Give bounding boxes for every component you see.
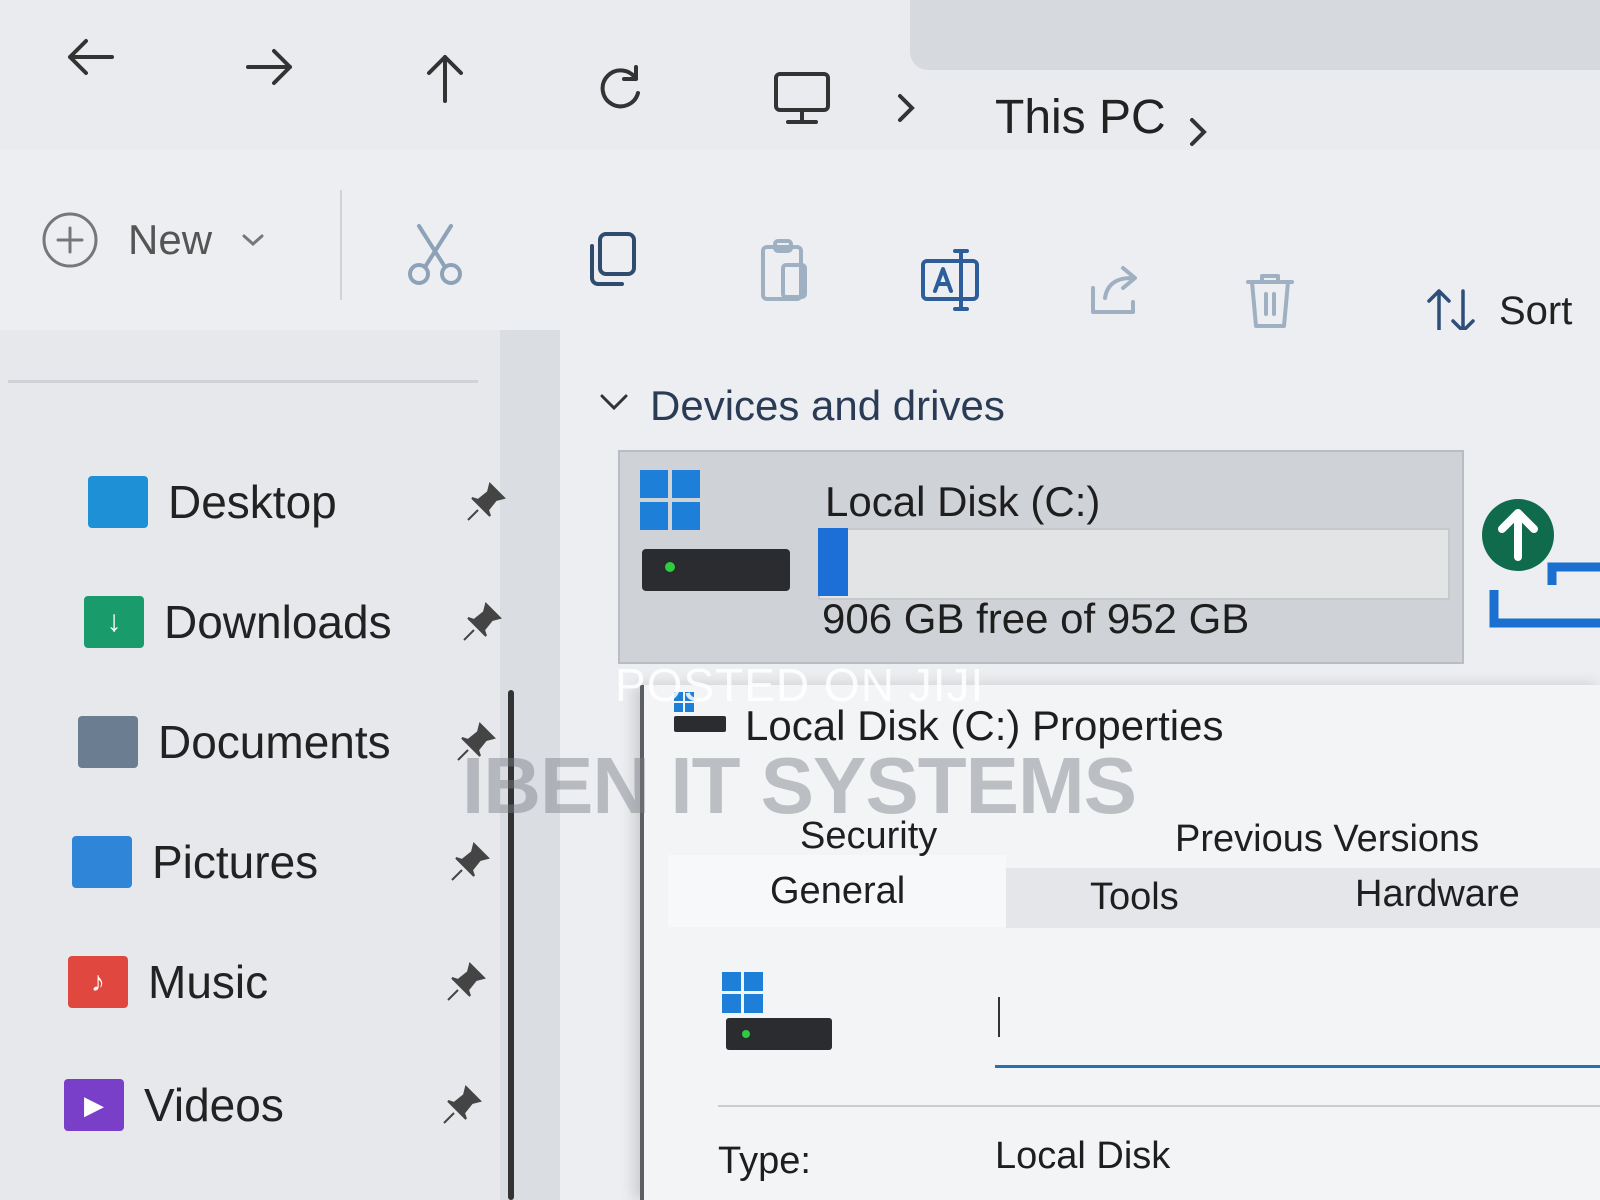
chevron-right-icon <box>890 88 920 133</box>
upload-arrow-icon <box>1482 499 1600 628</box>
sidebar-item-desktop[interactable]: Desktop <box>88 457 508 547</box>
copy-icon <box>590 232 636 286</box>
pictures-folder-icon <box>72 836 132 888</box>
paste-button[interactable] <box>745 232 825 312</box>
breadcrumb-this-pc[interactable]: This PC <box>995 90 1166 145</box>
type-value: Local Disk <box>995 1135 1171 1177</box>
watermark-posted: POSTED ON JIJI <box>615 659 985 711</box>
refresh-button[interactable] <box>585 52 655 122</box>
back-button[interactable] <box>55 22 125 92</box>
copy-button[interactable] <box>572 220 652 300</box>
sidebar-item-label: Pictures <box>152 836 319 888</box>
trash-icon <box>1246 274 1294 328</box>
pin-icon[interactable] <box>464 480 508 524</box>
share-button[interactable] <box>1075 250 1155 330</box>
drive-usage-bar-fill <box>818 528 848 596</box>
address-bar[interactable] <box>750 55 1600 145</box>
pin-icon[interactable] <box>444 960 488 1004</box>
hard-drive-icon <box>642 545 792 600</box>
documents-folder-icon <box>78 716 138 768</box>
refresh-icon <box>600 65 640 109</box>
sidebar-item-label: Videos <box>144 1079 284 1131</box>
sort-label: Sort <box>1499 288 1573 333</box>
tab-previous-versions[interactable]: Previous Versions <box>1175 818 1479 861</box>
scissors-icon <box>408 224 462 285</box>
up-button[interactable] <box>410 42 480 112</box>
delete-button[interactable] <box>1230 260 1310 340</box>
plus-circle-icon <box>42 212 98 268</box>
sidebar-item-label: Downloads <box>164 596 392 648</box>
drive-free-space: 906 GB free of 952 GB <box>822 595 1250 642</box>
sidebar-item-videos[interactable]: ▶ Videos <box>64 1060 484 1150</box>
pin-icon[interactable] <box>460 600 504 644</box>
sidebar-item-label: Desktop <box>168 476 337 528</box>
tab-hardware[interactable]: Hardware <box>1355 873 1520 916</box>
watermark-company: IBEN IT SYSTEMS <box>462 741 1137 830</box>
dialog-divider <box>718 1105 1600 1107</box>
arrow-up-icon <box>427 55 463 103</box>
arrow-right-icon <box>246 49 292 85</box>
this-pc-monitor-icon <box>770 70 834 135</box>
chevron-down-icon[interactable] <box>598 388 630 419</box>
sidebar-item-documents[interactable]: Documents <box>78 697 498 787</box>
sidebar-item-pictures[interactable]: Pictures <box>72 817 492 907</box>
share-icon <box>1091 266 1137 314</box>
rename-button[interactable] <box>912 240 992 320</box>
pin-icon[interactable] <box>440 1083 484 1127</box>
tab-tools[interactable]: Tools <box>1090 876 1179 919</box>
sidebar-item-label: Documents <box>158 716 391 768</box>
new-button-label: New <box>128 216 213 263</box>
chevron-down-icon <box>242 234 264 247</box>
sidebar-item-music[interactable]: ♪ Music <box>68 937 488 1027</box>
text-caret <box>998 997 1000 1037</box>
tab-general[interactable]: General <box>770 870 905 913</box>
music-folder-icon: ♪ <box>68 956 128 1008</box>
dialog-large-drive-icon <box>722 972 834 1059</box>
new-button[interactable]: New <box>40 205 266 275</box>
desktop-folder-icon <box>88 476 148 528</box>
rename-icon <box>921 249 979 311</box>
clipboard-icon <box>761 239 807 301</box>
sidebar-divider <box>8 380 478 383</box>
toolbar-divider <box>340 190 342 300</box>
type-label: Type: <box>718 1140 811 1182</box>
drive-label-input[interactable] <box>995 990 1600 1068</box>
sidebar-item-label: Music <box>148 956 269 1008</box>
cut-button[interactable] <box>395 215 475 295</box>
drive-usage-bar <box>818 528 1450 600</box>
drive-name: Local Disk (C:) <box>825 478 1101 525</box>
forward-button[interactable] <box>235 32 305 102</box>
sidebar-item-downloads[interactable]: ↓ Downloads <box>84 577 504 667</box>
pin-icon[interactable] <box>448 840 492 884</box>
windows-logo-icon <box>640 470 700 535</box>
section-header-devices-and-drives[interactable]: Devices and drives <box>650 382 1005 430</box>
videos-folder-icon: ▶ <box>64 1079 124 1131</box>
downloads-folder-icon: ↓ <box>84 596 144 648</box>
arrow-left-icon <box>68 39 114 75</box>
